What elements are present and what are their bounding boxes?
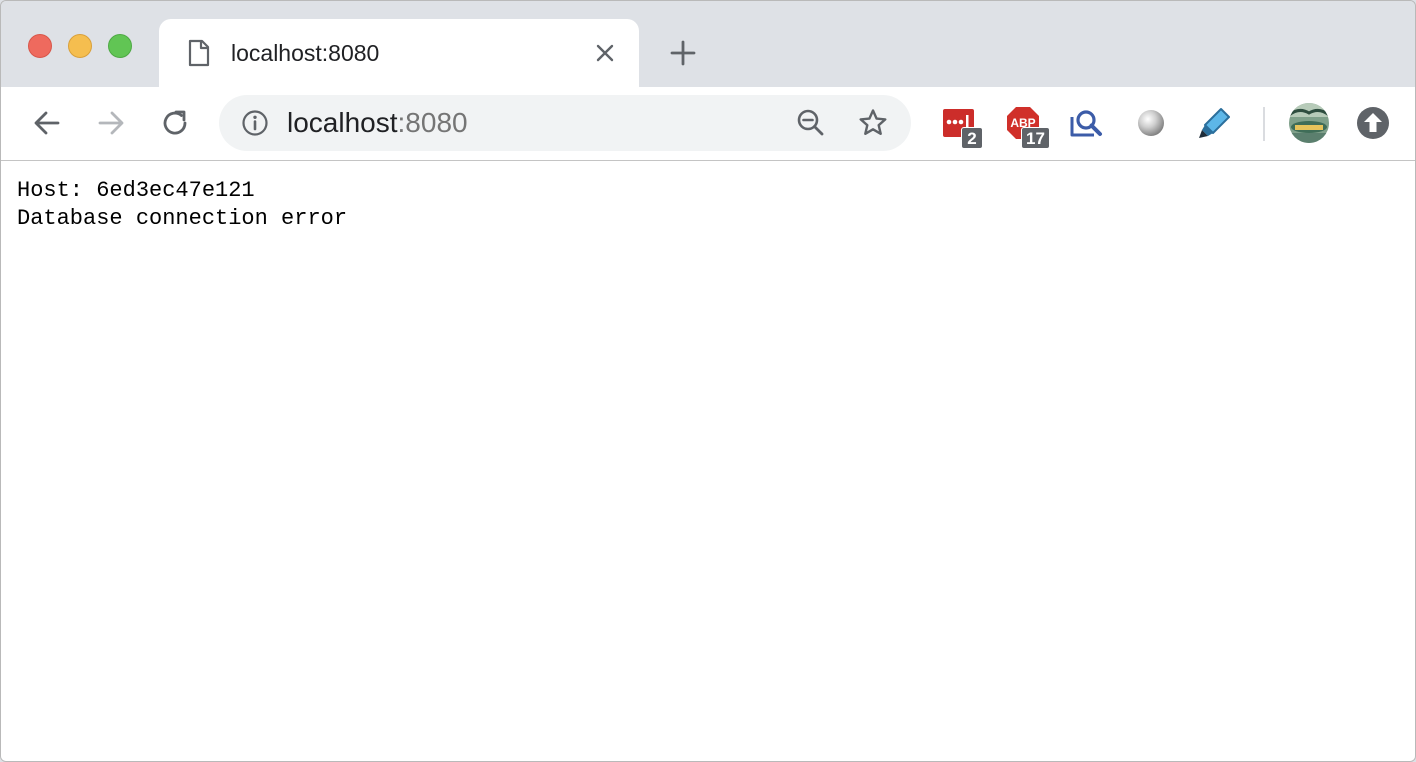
address-bar[interactable]: localhost:8080 xyxy=(219,95,911,151)
search-extension-icon[interactable] xyxy=(1069,105,1105,141)
address-port: :8080 xyxy=(397,107,468,138)
update-icon[interactable] xyxy=(1355,105,1391,141)
address-text[interactable]: localhost:8080 xyxy=(287,107,468,139)
toolbar-divider xyxy=(1263,107,1265,141)
window-minimize-button[interactable] xyxy=(68,34,92,58)
window-close-button[interactable] xyxy=(28,34,52,58)
new-tab-icon[interactable] xyxy=(669,39,697,67)
browser-window: localhost:8080 localhost:8080 2 ABP 17 H… xyxy=(0,0,1416,762)
lastpass-extension-button[interactable]: 2 xyxy=(941,105,983,149)
lastpass-badge: 2 xyxy=(961,127,983,149)
highlighter-extension-icon[interactable] xyxy=(1197,105,1233,141)
tab-close-icon[interactable] xyxy=(593,41,617,65)
error-line: Database connection error xyxy=(17,206,348,231)
tab-strip: localhost:8080 xyxy=(1,1,1415,87)
host-line: Host: 6ed3ec47e121 xyxy=(17,178,255,203)
sphere-extension-icon[interactable] xyxy=(1133,105,1169,141)
adblock-badge: 17 xyxy=(1021,127,1050,149)
tab-active[interactable]: localhost:8080 xyxy=(159,19,639,87)
avatar-image xyxy=(1289,103,1329,143)
forward-icon[interactable] xyxy=(95,107,127,139)
window-maximize-button[interactable] xyxy=(108,34,132,58)
toolbar: localhost:8080 2 ABP 17 xyxy=(1,87,1415,161)
adblock-extension-button[interactable]: ABP 17 xyxy=(1005,105,1050,149)
address-host: localhost xyxy=(287,107,398,138)
page-content: Host: 6ed3ec47e121 Database connection e… xyxy=(1,161,1415,761)
profile-avatar[interactable] xyxy=(1289,103,1329,143)
info-icon[interactable] xyxy=(241,109,269,137)
bookmark-star-icon[interactable] xyxy=(857,107,889,139)
zoom-out-icon[interactable] xyxy=(795,107,827,139)
page-icon xyxy=(188,39,210,67)
back-icon[interactable] xyxy=(31,107,63,139)
tab-title: localhost:8080 xyxy=(231,40,380,66)
reload-icon[interactable] xyxy=(159,107,191,139)
